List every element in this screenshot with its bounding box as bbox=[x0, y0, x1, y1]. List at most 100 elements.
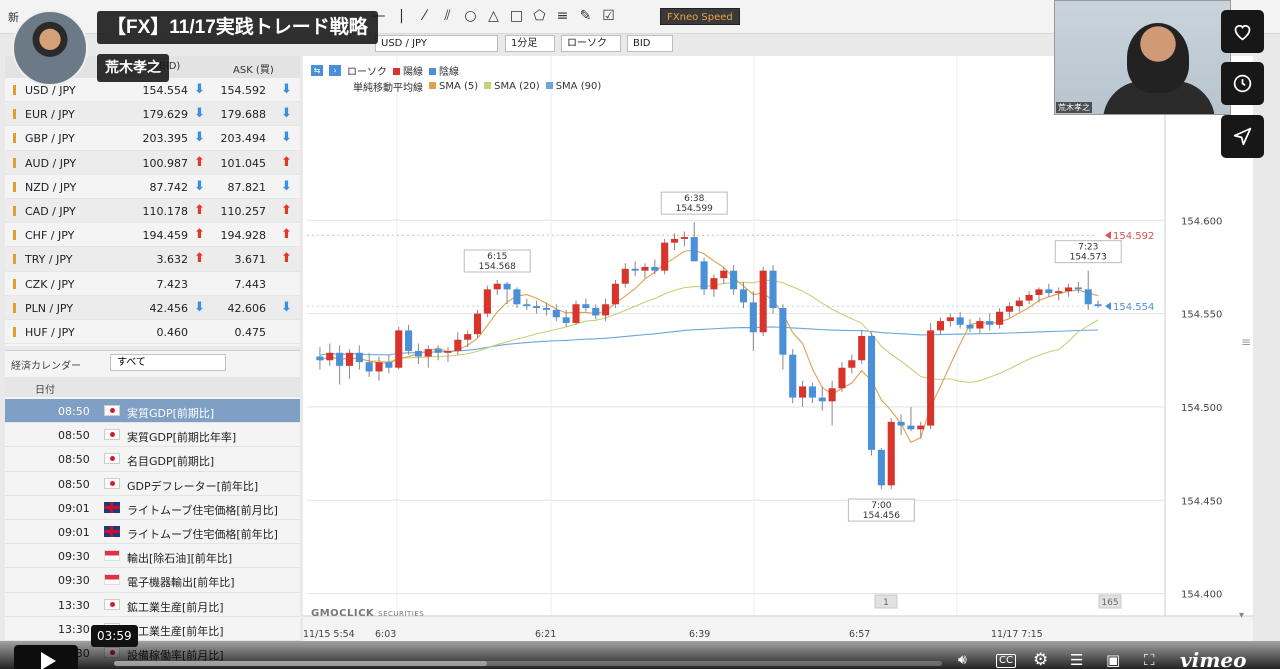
share-button[interactable] bbox=[1221, 115, 1264, 158]
rate-row[interactable]: EUR / JPY 179.629 ⬇ 179.688 ⬇ bbox=[5, 102, 300, 127]
rate-row[interactable]: GBP / JPY 203.395 ⬇ 203.494 ⬇ bbox=[5, 126, 300, 151]
pentagon-icon[interactable]: ⬠ bbox=[531, 8, 548, 25]
rate-bid[interactable]: 203.395 bbox=[143, 132, 189, 145]
triangle-icon[interactable]: △ bbox=[485, 8, 502, 25]
calendar-row[interactable]: 08:50 実質GDP[前期比年率] bbox=[5, 423, 300, 448]
chapters-icon[interactable]: ☰ bbox=[1070, 652, 1083, 668]
volume-icon[interactable]: 🔊︎ bbox=[958, 652, 967, 668]
rate-bid[interactable]: 0.460 bbox=[157, 326, 189, 339]
progress-bar[interactable] bbox=[114, 661, 942, 666]
parallel-line-icon[interactable]: ⫽ bbox=[439, 8, 456, 25]
settings-icon[interactable]: ⚙ bbox=[1033, 652, 1048, 669]
vertical-line-icon[interactable]: | bbox=[393, 8, 410, 25]
bear-candle bbox=[808, 386, 816, 398]
calendar-row[interactable]: 09:01 ライトムーブ住宅価格[前年比] bbox=[5, 520, 300, 545]
rate-bid[interactable]: 100.987 bbox=[143, 157, 189, 170]
calendar-row[interactable]: 13:30 鉱工業生産[前年比] bbox=[5, 617, 300, 641]
rate-bid[interactable]: 42.456 bbox=[150, 302, 189, 315]
play-button[interactable] bbox=[14, 645, 78, 669]
candlestick-chart[interactable]: 154.600 154.550 154.500 154.450 154.400 11/15… bbox=[303, 56, 1253, 641]
callout-price: 154.568 bbox=[479, 262, 516, 272]
rate-ask[interactable]: 42.606 bbox=[228, 302, 267, 315]
chart-style-select[interactable]: ローソク bbox=[561, 35, 621, 52]
circle-icon[interactable]: ○ bbox=[462, 8, 479, 25]
fib-icon[interactable]: ≡ bbox=[554, 8, 571, 25]
watermark-main: GMOCLICK bbox=[311, 608, 375, 619]
rate-ask[interactable]: 179.688 bbox=[221, 108, 267, 121]
event-name: GDPデフレーター[前年比] bbox=[127, 479, 259, 493]
pip-icon[interactable]: ▣ bbox=[1106, 652, 1120, 668]
rate-ask[interactable]: 154.592 bbox=[221, 84, 267, 97]
vimeo-logo[interactable]: vimeo bbox=[1180, 648, 1246, 669]
rate-row[interactable]: NZD / JPY 87.742 ⬇ 87.821 ⬇ bbox=[5, 175, 300, 199]
rate-row[interactable]: PLN / JPY 42.456 ⬇ 42.606 ⬇ bbox=[5, 295, 300, 320]
pencil-icon[interactable]: ✎ bbox=[577, 8, 594, 25]
rate-bid[interactable]: 3.632 bbox=[157, 253, 189, 266]
flag-sg-icon bbox=[104, 550, 120, 562]
calendar-row[interactable]: 09:30 輸出[除石油][前年比] bbox=[5, 544, 300, 569]
rate-row[interactable]: CAD / JPY 110.178 ⬆ 110.257 ⬆ bbox=[5, 198, 300, 224]
rate-ask[interactable]: 3.671 bbox=[235, 253, 267, 266]
x-tick-label: 6:21 bbox=[535, 629, 556, 640]
rate-pair: GBP / JPY bbox=[25, 132, 75, 146]
bear-candle bbox=[631, 268, 639, 271]
bull-swatch bbox=[393, 67, 400, 75]
trend-line-icon[interactable]: ⁄ bbox=[416, 8, 433, 25]
bull-candle bbox=[1015, 300, 1023, 307]
rate-bid[interactable]: 154.554 bbox=[143, 84, 189, 97]
rate-ask[interactable]: 110.257 bbox=[221, 205, 267, 218]
rate-row[interactable]: TRY / JPY 3.632 ⬆ 3.671 ⬆ bbox=[5, 247, 300, 272]
calendar-filter-select[interactable]: すべて bbox=[110, 354, 226, 371]
legend-bull-label: 陽線 bbox=[403, 66, 423, 78]
legend-sma5: SMA (5) bbox=[439, 80, 479, 92]
calendar-row[interactable]: 08:50 実質GDP[前期比] bbox=[5, 399, 300, 424]
bear-candle bbox=[414, 350, 422, 357]
bull-candle bbox=[611, 283, 619, 305]
bear-candle bbox=[405, 330, 413, 351]
rate-ask[interactable]: 203.494 bbox=[221, 132, 267, 145]
fxneo-speed-button[interactable]: FXneo Speed bbox=[660, 8, 740, 25]
rate-row[interactable]: CHF / JPY 194.459 ⬆ 194.928 ⬆ bbox=[5, 223, 300, 248]
rectangle-icon[interactable]: □ bbox=[508, 8, 525, 25]
flag-sg-icon bbox=[104, 574, 120, 586]
bull-candle bbox=[710, 278, 718, 290]
legend-toggle-icon[interactable]: ⇆ bbox=[311, 64, 323, 76]
rate-ask[interactable]: 101.045 bbox=[221, 157, 267, 170]
rate-row[interactable]: HUF / JPY 0.460 0.475 bbox=[5, 320, 300, 345]
rate-ask[interactable]: 194.928 bbox=[221, 229, 267, 242]
event-name: 鉱工業生産[前月比] bbox=[127, 600, 224, 614]
calendar-row[interactable]: 08:50 GDPデフレーター[前年比] bbox=[5, 472, 300, 496]
rate-row[interactable]: CZK / JPY 7.423 7.443 bbox=[5, 272, 300, 296]
rate-ask[interactable]: 87.821 bbox=[228, 181, 267, 194]
x-tick-label: 6:57 bbox=[849, 629, 870, 640]
watch-later-button[interactable] bbox=[1221, 62, 1264, 105]
like-button[interactable] bbox=[1221, 10, 1264, 53]
rate-bid[interactable]: 194.459 bbox=[143, 229, 189, 242]
rate-bid[interactable]: 87.742 bbox=[150, 181, 189, 194]
rate-marker bbox=[13, 326, 16, 337]
cc-icon[interactable]: CC bbox=[996, 654, 1016, 668]
calendar-row[interactable]: 09:01 ライトムーブ住宅価格[前月比] bbox=[5, 496, 300, 520]
legend-expand-icon[interactable]: › bbox=[329, 64, 341, 76]
event-name: 電子機器輸出[前年比] bbox=[127, 576, 235, 590]
timeframe-select[interactable]: 1分足 bbox=[505, 35, 555, 52]
rate-ask[interactable]: 7.443 bbox=[235, 278, 267, 291]
rate-bid[interactable]: 110.178 bbox=[143, 205, 189, 218]
calendar-list: 08:50 実質GDP[前期比] 08:50 実質GDP[前期比年率] 08:50 名目G… bbox=[5, 399, 300, 666]
rate-pair: PLN / JPY bbox=[25, 301, 74, 315]
rate-bid[interactable]: 7.423 bbox=[157, 278, 189, 291]
pair-select[interactable]: USD / JPY bbox=[375, 35, 498, 52]
rate-bid[interactable]: 179.629 bbox=[143, 108, 189, 121]
bear-candle bbox=[513, 289, 521, 305]
fullscreen-icon[interactable]: ⛶ bbox=[1144, 652, 1155, 668]
calendar-row[interactable]: 13:30 鉱工業生産[前月比] bbox=[5, 593, 300, 617]
rate-ask[interactable]: 0.475 bbox=[235, 326, 267, 339]
rate-row[interactable]: AUD / JPY 100.987 ⬆ 101.045 ⬆ bbox=[5, 150, 300, 175]
legend-chart-label: ローソク bbox=[347, 66, 387, 78]
video-controls bbox=[0, 641, 1280, 669]
calendar-row[interactable]: 08:50 名目GDP[前期比] bbox=[5, 447, 300, 472]
calendar-row[interactable]: 09:30 電子機器輸出[前年比] bbox=[5, 568, 300, 593]
bear-candle bbox=[877, 449, 885, 486]
checkbox-icon[interactable]: ☑ bbox=[600, 8, 617, 25]
price-type-select[interactable]: BID bbox=[627, 35, 673, 52]
